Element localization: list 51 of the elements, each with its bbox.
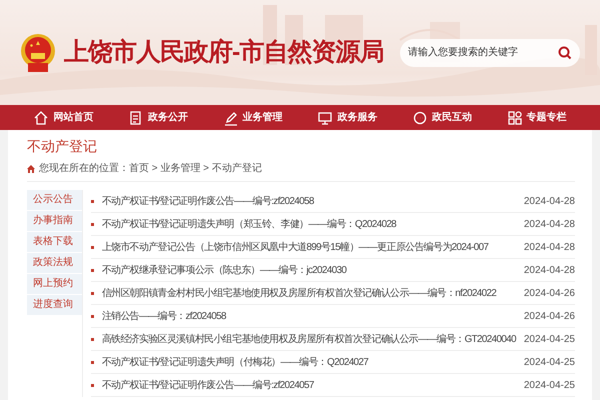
- notice-link[interactable]: 不动产权继承登记事项公示（陈忠东）——编号：jc2024030: [102, 262, 346, 278]
- nav-link[interactable]: 专题专栏: [526, 110, 567, 125]
- notice-date: 2024-04-25: [524, 356, 575, 370]
- pen-icon[interactable]: [222, 110, 239, 126]
- home-icon[interactable]: [33, 110, 50, 126]
- chat-icon[interactable]: [412, 110, 428, 126]
- nav-link[interactable]: 网站首页: [53, 110, 94, 125]
- notice-link[interactable]: 不动产权证书/登记证明作废公告——编号:zf2024058: [102, 194, 314, 208]
- sidebar-item[interactable]: 网上预约: [27, 274, 82, 294]
- bullet-icon: [90, 338, 94, 340]
- notice-date: 2024-04-25: [524, 378, 575, 392]
- monitor-icon[interactable]: [317, 110, 334, 126]
- nav-link[interactable]: 业务管理: [242, 110, 283, 125]
- notice-link[interactable]: 不动产权证书/登记证明遗失声明（付梅花）——编号：Q2024027: [102, 354, 368, 370]
- bullet-icon: [90, 384, 94, 386]
- notice-date: 2024-04-26: [524, 286, 575, 300]
- grid-icon[interactable]: [506, 110, 523, 126]
- bullet-icon: [90, 200, 94, 202]
- section-title: 不动产登记: [27, 137, 98, 156]
- nav-link[interactable]: 政务公开: [148, 110, 188, 125]
- search-field[interactable]: 请输入您要搜索的关键字: [400, 38, 580, 66]
- nav-link[interactable]: 政务服务: [337, 110, 378, 125]
- sidebar-item[interactable]: 政策法规: [27, 253, 82, 273]
- notice-date: 2024-04-26: [524, 310, 575, 324]
- notice-link[interactable]: 高铁经济实验区灵溪镇村民小组宅基地使用权及房屋所有权首次登记确认公示——编号：GT20240040: [102, 332, 516, 346]
- notice-link[interactable]: 不动产权证书/登记证明作废公告——编号:zf2024057: [102, 378, 314, 392]
- home-icon[interactable]: [27, 164, 35, 172]
- bullet-icon: [90, 268, 94, 272]
- notice-link[interactable]: 信州区朝阳镇青金村村民小组宅基地使用权及房屋所有权首次登记确认公示——编号：nf2024022: [102, 286, 496, 300]
- bullet-icon: [90, 292, 94, 294]
- sidebar-item[interactable]: 公示公告: [27, 190, 82, 210]
- breadcrumb: 您现在所在的位置：首页 > 业务管理 > 不动产登记: [39, 162, 262, 176]
- notice-date: 2024-04-28: [524, 264, 575, 278]
- notice-date: 2024-04-28: [524, 240, 575, 254]
- bullet-icon: [90, 246, 94, 248]
- bullet-icon: [90, 314, 94, 318]
- bullet-icon: [90, 360, 94, 364]
- emblem-icon: [20, 32, 56, 72]
- notice-date: 2024-04-28: [524, 218, 575, 232]
- sidebar-item[interactable]: 进度查询: [27, 295, 82, 315]
- bullet-icon: [90, 222, 94, 226]
- site-title: 上饶市人民政府-市自然资源局: [64, 36, 384, 68]
- sidebar-item[interactable]: 办事指南: [27, 211, 82, 231]
- notice-link[interactable]: 注销公告——编号：zf2024058: [102, 308, 226, 324]
- notice-date: 2024-04-28: [524, 194, 575, 208]
- nav-link[interactable]: 政民互动: [432, 110, 472, 125]
- search-icon[interactable]: [558, 46, 572, 60]
- notice-link[interactable]: 上饶市不动产登记公告（上饶市信州区凤凰中大道899号15幢）——更正原公告编号为2024-007: [102, 240, 488, 254]
- notice-date: 2024-04-25: [524, 332, 575, 346]
- notice-link[interactable]: 不动产权证书/登记证明遗失声明（郑玉铃、李健）——编号：Q2024028: [102, 216, 396, 232]
- sidebar-item[interactable]: 表格下载: [27, 232, 82, 252]
